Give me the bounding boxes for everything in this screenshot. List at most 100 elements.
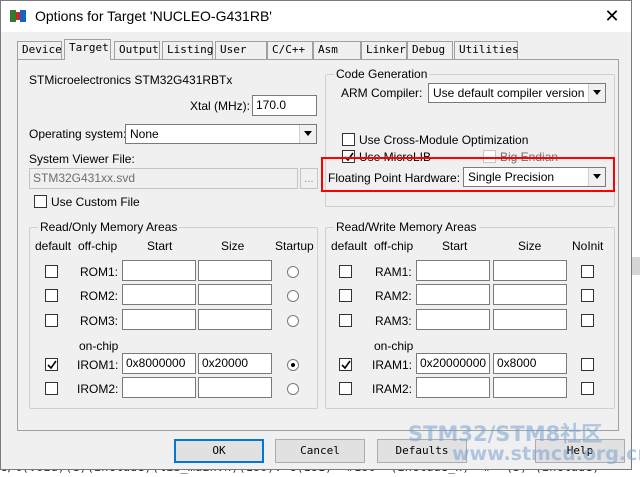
rw-start-input[interactable] — [416, 309, 490, 330]
ro-default-checkbox[interactable] — [45, 265, 58, 278]
ro-row-name: IROM2: — [77, 382, 119, 396]
tab-output[interactable]: Output — [114, 41, 160, 59]
rw-header-start: Start — [442, 239, 468, 253]
ro-start-input[interactable]: 0x8000000 — [122, 353, 196, 374]
rw-size-input[interactable] — [493, 260, 567, 281]
arm-compiler-select[interactable]: Use default compiler version 5 — [428, 83, 606, 103]
readonly-memory-title: Read/Only Memory Areas — [38, 220, 180, 234]
cross-module-optimization-checkbox[interactable] — [342, 133, 355, 146]
ro-size-input[interactable] — [198, 284, 272, 305]
os-select[interactable]: None — [125, 124, 317, 144]
rw-size-input[interactable] — [493, 309, 567, 330]
svd-label: System Viewer File: — [29, 152, 135, 166]
tab-user[interactable]: User — [215, 41, 267, 59]
tab-target[interactable]: Target — [64, 39, 111, 60]
chevron-down-icon — [299, 125, 316, 143]
cancel-button[interactable]: Cancel — [275, 439, 365, 463]
rw-onchip-label: on-chip — [374, 339, 414, 353]
os-label: Operating system: — [29, 127, 127, 141]
title-bar: Options for Target 'NUCLEO-G431RB' ✕ — [1, 1, 631, 32]
rw-size-input[interactable] — [493, 284, 567, 305]
rw-header-size: Size — [518, 239, 542, 253]
rw-default-checkbox[interactable] — [339, 358, 352, 371]
rw-row-name: RAM2: — [375, 289, 412, 303]
ro-default-checkbox[interactable] — [45, 314, 58, 327]
ro-size-input[interactable] — [198, 309, 272, 330]
browse-svd-button[interactable]: ... — [300, 168, 318, 189]
svd-input[interactable]: STM32G431xx.svd — [29, 168, 298, 189]
code-generation-title: Code Generation — [334, 67, 430, 81]
ro-default-checkbox[interactable] — [45, 358, 58, 371]
rw-default-checkbox[interactable] — [339, 265, 352, 278]
rw-noinit-checkbox[interactable] — [581, 382, 594, 395]
tab-asm[interactable]: Asm — [313, 41, 361, 59]
ok-button[interactable]: OK — [174, 439, 264, 463]
rw-row-name: IRAM1: — [372, 358, 413, 372]
ro-size-input[interactable]: 0x20000 — [198, 353, 272, 374]
background-toolbar — [632, 257, 640, 275]
ro-size-input[interactable] — [198, 377, 272, 398]
app-icon — [10, 9, 26, 23]
rw-header-noinit: NoInit — [572, 239, 604, 253]
ro-start-input[interactable] — [122, 377, 196, 398]
rw-start-input[interactable]: 0x20000000 — [416, 353, 490, 374]
ro-startup-radio[interactable] — [287, 383, 299, 395]
watermark-url: www.stmcu.org.cn — [452, 443, 640, 465]
ro-startup-radio[interactable] — [287, 290, 299, 302]
rw-default-checkbox[interactable] — [339, 314, 352, 327]
tab-listing[interactable]: Listing — [162, 41, 213, 59]
window-title: Options for Target 'NUCLEO-G431RB' — [35, 8, 272, 24]
arm-compiler-value: Use default compiler version 5 — [433, 86, 595, 100]
rw-default-checkbox[interactable] — [339, 382, 352, 395]
close-button[interactable]: ✕ — [599, 4, 625, 28]
rw-header-default: default — [331, 239, 368, 253]
cross-module-optimization-label: Use Cross-Module Optimization — [359, 133, 529, 147]
ro-header-start: Start — [147, 239, 173, 253]
ro-startup-radio[interactable] — [287, 266, 299, 278]
ro-default-checkbox[interactable] — [45, 289, 58, 302]
tab-debug[interactable]: Debug — [407, 41, 453, 59]
ro-header-default: default — [35, 239, 72, 253]
use-custom-file-checkbox[interactable] — [34, 195, 47, 208]
os-select-value: None — [130, 127, 159, 141]
ro-row-name: IROM1: — [77, 358, 119, 372]
ro-row-name: ROM3: — [80, 314, 119, 328]
rw-row-name: RAM1: — [375, 265, 412, 279]
tab-c-cpp[interactable]: C/C++ — [267, 41, 313, 59]
ro-startup-radio[interactable] — [287, 315, 299, 327]
arm-compiler-label: ARM Compiler: — [341, 86, 423, 100]
ro-header-startup: Startup — [275, 239, 314, 253]
readwrite-memory-title: Read/Write Memory Areas — [334, 220, 479, 234]
xtal-input[interactable]: 170.0 — [252, 95, 317, 116]
ro-row-name: ROM1: — [80, 265, 119, 279]
use-custom-file-label: Use Custom File — [51, 195, 140, 209]
ro-startup-radio[interactable] — [287, 359, 299, 371]
chevron-down-icon — [588, 84, 605, 102]
ro-header-size: Size — [221, 239, 245, 253]
options-dialog: Options for Target 'NUCLEO-G431RB' ✕ Dev… — [0, 0, 632, 470]
ro-row-name: ROM2: — [80, 289, 119, 303]
rw-row-name: IRAM2: — [372, 382, 413, 396]
rw-start-input[interactable] — [416, 260, 490, 281]
rw-size-input[interactable] — [493, 377, 567, 398]
ro-start-input[interactable] — [122, 309, 196, 330]
rw-size-input[interactable]: 0x8000 — [493, 353, 567, 374]
rw-noinit-checkbox[interactable] — [581, 289, 594, 302]
rw-start-input[interactable] — [416, 284, 490, 305]
rw-header-offchip: off-chip — [374, 239, 414, 253]
ro-start-input[interactable] — [122, 284, 196, 305]
tab-utilities[interactable]: Utilities — [454, 41, 519, 59]
ro-onchip-label: on-chip — [79, 339, 119, 353]
ro-default-checkbox[interactable] — [45, 382, 58, 395]
rw-noinit-checkbox[interactable] — [581, 358, 594, 371]
rw-noinit-checkbox[interactable] — [581, 314, 594, 327]
rw-start-input[interactable] — [416, 377, 490, 398]
tab-device[interactable]: Device — [17, 41, 62, 59]
rw-default-checkbox[interactable] — [339, 289, 352, 302]
tab-linker[interactable]: Linker — [361, 41, 407, 59]
rw-noinit-checkbox[interactable] — [581, 265, 594, 278]
device-name: STMicroelectronics STM32G431RBTx — [29, 73, 233, 87]
ro-start-input[interactable] — [122, 260, 196, 281]
ro-size-input[interactable] — [198, 260, 272, 281]
rw-row-name: RAM3: — [375, 314, 412, 328]
